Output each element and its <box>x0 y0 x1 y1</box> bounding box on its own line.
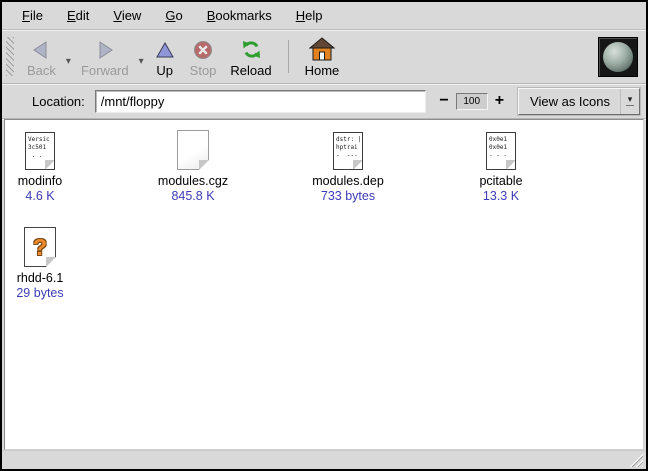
question-mark-icon: ? <box>33 234 47 261</box>
home-button-label: Home <box>305 63 340 78</box>
toolbar-spacer <box>346 32 598 81</box>
location-label: Location: <box>32 94 85 109</box>
back-arrow-icon <box>30 36 52 63</box>
file-name: modules.dep <box>312 174 384 188</box>
file-icon-wrap: 0x0e1 0x0e1 - - - <box>486 128 516 170</box>
toolbar-drag-handle[interactable] <box>6 37 14 76</box>
forward-arrow-icon <box>94 36 116 63</box>
reload-button[interactable]: Reload <box>223 32 278 81</box>
file-icon-wrap: dstr: | hptrai - --- <box>333 128 363 170</box>
up-arrow-icon <box>154 36 176 63</box>
file-size: 29 bytes <box>16 286 63 300</box>
home-button[interactable]: Home <box>298 32 347 81</box>
menu-item-go[interactable]: Go <box>153 5 194 26</box>
status-bar <box>2 450 646 469</box>
file-size: 845.8 K <box>171 189 214 203</box>
up-button-label: Up <box>156 63 173 78</box>
document-text-icon: dstr: | hptrai - --- <box>333 132 363 170</box>
stop-button[interactable]: Stop <box>183 32 224 81</box>
file-item-modules.cgz[interactable]: modules.cgz845.8 K <box>118 128 268 203</box>
file-icon-wrap <box>177 128 209 170</box>
chevron-down-icon: ▾ <box>628 95 633 103</box>
file-size: 733 bytes <box>321 189 375 203</box>
up-button[interactable]: Up <box>147 32 183 81</box>
back-button[interactable]: Back <box>20 32 63 81</box>
forward-button-label: Forward <box>81 63 129 78</box>
file-item-modules.dep[interactable]: dstr: | hptrai - --- modules.dep733 bytes <box>273 128 423 203</box>
menu-item-bookmarks[interactable]: Bookmarks <box>195 5 284 26</box>
file-manager-window: FileEditViewGoBookmarksHelp Back ▾ Forwa… <box>0 0 648 471</box>
forward-history-dropdown-icon[interactable]: ▾ <box>136 56 147 67</box>
file-item-pcitable[interactable]: 0x0e1 0x0e1 - - - pcitable13.3 K <box>426 128 576 203</box>
throbber <box>598 37 638 77</box>
view-mode-label: View as Icons <box>519 94 620 109</box>
stop-icon <box>192 36 214 63</box>
zoom-control: − 100 + <box>435 93 508 110</box>
file-size: 4.6 K <box>25 189 54 203</box>
stop-button-label: Stop <box>190 63 217 78</box>
menu-item-edit[interactable]: Edit <box>55 5 101 26</box>
file-name: rhdd-6.1 <box>17 271 64 285</box>
file-item-rhdd-6.1[interactable]: ? rhdd-6.129 bytes <box>4 225 115 300</box>
toolbar: Back ▾ Forward ▾ Up Stop <box>2 30 646 84</box>
view-mode-dropdown[interactable]: View as Icons ▾ <box>518 88 640 115</box>
forward-button[interactable]: Forward <box>74 32 136 81</box>
zoom-level-indicator[interactable]: 100 <box>456 93 488 110</box>
zoom-in-button[interactable]: + <box>491 93 508 109</box>
file-name: modules.cgz <box>158 174 228 188</box>
document-text-icon: 0x0e1 0x0e1 - - - <box>486 132 516 170</box>
document-text-icon: Versic 3c501 . . <box>25 132 55 170</box>
home-icon <box>309 36 335 63</box>
dropdown-arrow-icon[interactable]: ▾ <box>620 89 639 114</box>
location-input[interactable] <box>95 90 427 113</box>
unknown-file-icon: ? <box>24 227 56 267</box>
menu-item-file[interactable]: File <box>10 5 55 26</box>
document-icon <box>177 130 209 170</box>
file-item-modinfo[interactable]: Versic 3c501 . . modinfo4.6 K <box>4 128 115 203</box>
dropdown-arrow-bar <box>626 105 634 107</box>
file-icon-wrap: ? <box>24 225 56 267</box>
throbber-sphere-icon <box>603 42 633 72</box>
menu-bar: FileEditViewGoBookmarksHelp <box>2 2 646 30</box>
resize-grip-icon[interactable] <box>628 452 643 467</box>
file-name: pcitable <box>479 174 522 188</box>
location-bar: Location: − 100 + View as Icons ▾ <box>2 84 646 119</box>
menu-item-help[interactable]: Help <box>284 5 335 26</box>
reload-button-label: Reload <box>230 63 271 78</box>
toolbar-separator <box>288 40 289 73</box>
file-view[interactable]: Versic 3c501 . . modinfo4.6 K modules.cgz8… <box>4 119 644 450</box>
reload-icon <box>240 36 263 63</box>
zoom-out-button[interactable]: − <box>435 93 452 109</box>
back-button-label: Back <box>27 63 56 78</box>
file-icon-wrap: Versic 3c501 . . <box>25 128 55 170</box>
menu-item-view[interactable]: View <box>101 5 153 26</box>
file-name: modinfo <box>18 174 62 188</box>
back-history-dropdown-icon[interactable]: ▾ <box>63 56 74 67</box>
file-size: 13.3 K <box>483 189 519 203</box>
